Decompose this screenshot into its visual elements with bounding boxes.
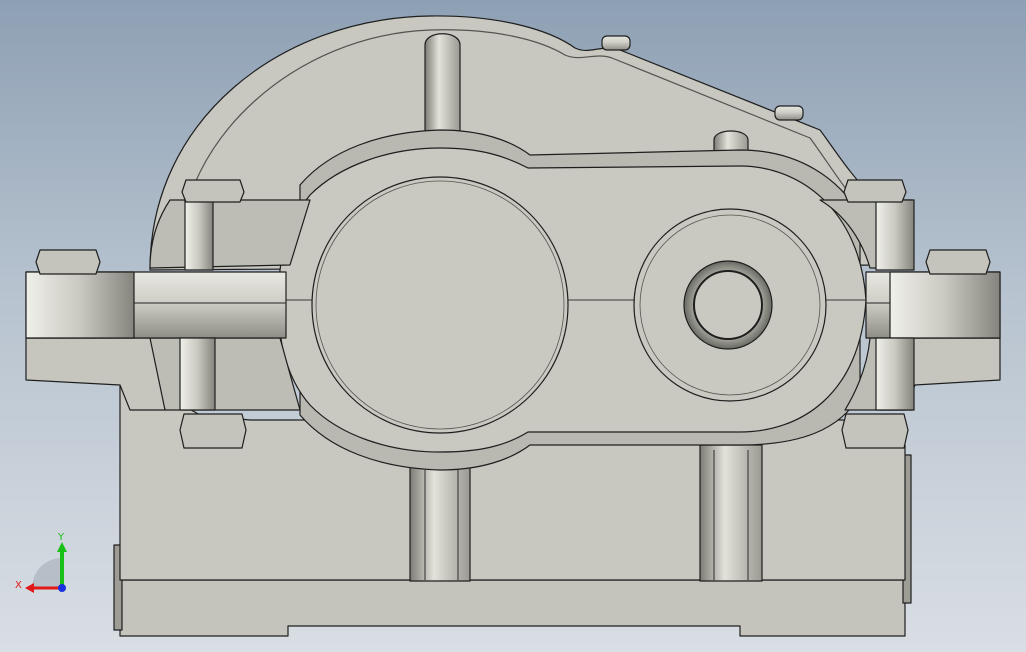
shaft-bore-inner: [693, 270, 763, 340]
bearing-cover-large[interactable]: [311, 176, 569, 434]
hex-nut-bottom-left: [179, 413, 247, 449]
bolt-shaft-right-bottom: [875, 337, 915, 411]
triad-x-label: X: [15, 580, 22, 591]
graphics-viewport[interactable]: X Y: [0, 0, 1026, 652]
hex-nut-right-flange: [925, 249, 991, 275]
hex-nut-top-left: [181, 179, 245, 203]
coordinate-triad: X Y: [15, 532, 67, 593]
bolt-shaft-left-top: [184, 199, 214, 271]
triad-z-axis: [58, 584, 66, 592]
tie-rod-right-end: [889, 271, 1001, 339]
hex-nut-bottom-right: [841, 413, 909, 449]
triad-y-arrowhead: [57, 542, 67, 552]
flange-left[interactable]: [25, 337, 166, 411]
triad-plane: [32, 558, 62, 588]
bolt-shaft-right-top: [875, 199, 915, 271]
flange-arm-left-upper: [149, 199, 311, 269]
tie-rod-left-end: [25, 271, 135, 339]
base-plate[interactable]: [119, 579, 906, 637]
flange-arm-left-lower: [149, 337, 301, 411]
hex-nut-left-flange: [35, 249, 101, 275]
inspection-boss-2: [774, 105, 804, 121]
bolt-shaft-left-bottom: [179, 337, 216, 411]
lower-rib-left: [409, 464, 471, 582]
upper-rib-left: [424, 33, 461, 141]
gearbox-model[interactable]: [0, 0, 1026, 652]
inspection-boss-1: [601, 35, 631, 51]
hex-nut-top-right: [843, 179, 907, 203]
triad-x-arrowhead: [25, 583, 34, 593]
triad-y-label: Y: [57, 532, 65, 543]
lower-rib-right: [699, 444, 763, 582]
